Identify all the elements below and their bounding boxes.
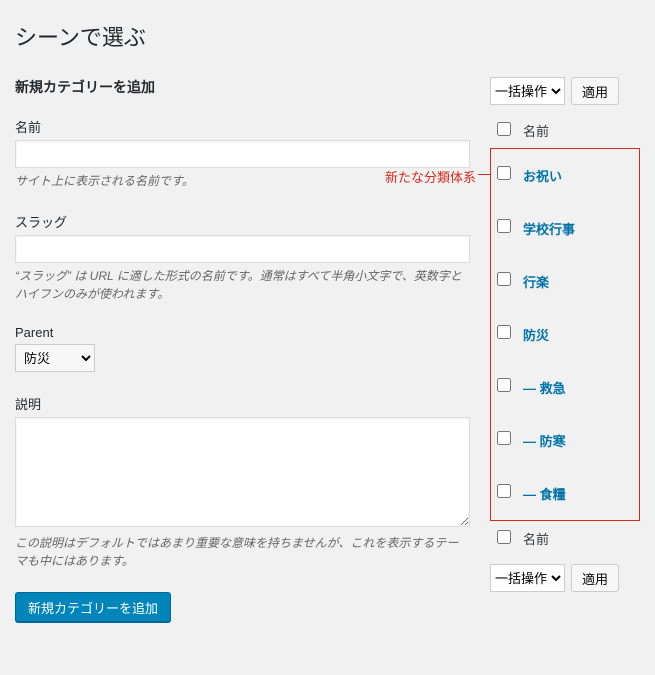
add-category-button[interactable]: 新規カテゴリーを追加	[15, 592, 171, 622]
column-name-header-top[interactable]: 名前	[517, 113, 640, 149]
bulk-action-select-bottom[interactable]: 一括操作	[490, 564, 565, 592]
description-textarea[interactable]	[15, 417, 470, 527]
category-link[interactable]: お祝い	[523, 169, 562, 184]
bulk-apply-bottom[interactable]: 適用	[571, 564, 619, 592]
table-row: — 救急	[491, 361, 640, 414]
row-checkbox[interactable]	[497, 219, 511, 233]
name-desc: サイト上に表示される名前です。	[15, 172, 470, 190]
row-checkbox[interactable]	[497, 272, 511, 286]
annotation-line	[478, 174, 490, 175]
slug-label: スラッグ	[15, 212, 470, 231]
row-checkbox[interactable]	[497, 166, 511, 180]
page-title: シーンで選ぶ	[15, 20, 640, 52]
name-label: 名前	[15, 117, 470, 136]
select-all-top[interactable]	[497, 122, 511, 136]
parent-select[interactable]: 防災	[15, 344, 95, 372]
table-row: 防災	[491, 308, 640, 361]
category-list-panel: 新たな分類体系 一括操作 適用 名前 お祝い学校行事行楽防災— 救急— 防寒— …	[490, 77, 640, 622]
category-link[interactable]: — 食糧	[523, 487, 566, 502]
column-name-header-bottom[interactable]: 名前	[517, 521, 640, 557]
table-row: — 食糧	[491, 467, 640, 521]
table-row: — 防寒	[491, 414, 640, 467]
category-link[interactable]: 行楽	[523, 275, 549, 290]
row-checkbox[interactable]	[497, 325, 511, 339]
slug-desc: “スラッグ” は URL に適した形式の名前です。通常はすべて半角小文字で、英数…	[15, 267, 470, 303]
table-row: 行楽	[491, 255, 640, 308]
select-all-bottom[interactable]	[497, 530, 511, 544]
description-label: 説明	[15, 394, 470, 413]
table-row: 学校行事	[491, 202, 640, 255]
table-row: お祝い	[491, 149, 640, 203]
row-checkbox[interactable]	[497, 431, 511, 445]
name-input[interactable]	[15, 140, 470, 168]
category-link[interactable]: 学校行事	[523, 222, 575, 237]
description-desc: この説明はデフォルトではあまり重要な意味を持ちませんが、これを表示するテーマも中…	[15, 534, 470, 570]
row-checkbox[interactable]	[497, 378, 511, 392]
row-checkbox[interactable]	[497, 484, 511, 498]
bulk-action-select-top[interactable]: 一括操作	[490, 77, 565, 105]
form-heading: 新規カテゴリーを追加	[15, 77, 470, 97]
category-link[interactable]: — 救急	[523, 381, 566, 396]
category-link[interactable]: — 防寒	[523, 434, 566, 449]
add-category-form: 新規カテゴリーを追加 名前 サイト上に表示される名前です。 スラッグ “スラッグ…	[15, 77, 470, 622]
category-link[interactable]: 防災	[523, 328, 549, 343]
bulk-apply-top[interactable]: 適用	[571, 77, 619, 105]
parent-label: Parent	[15, 325, 470, 340]
slug-input[interactable]	[15, 235, 470, 263]
